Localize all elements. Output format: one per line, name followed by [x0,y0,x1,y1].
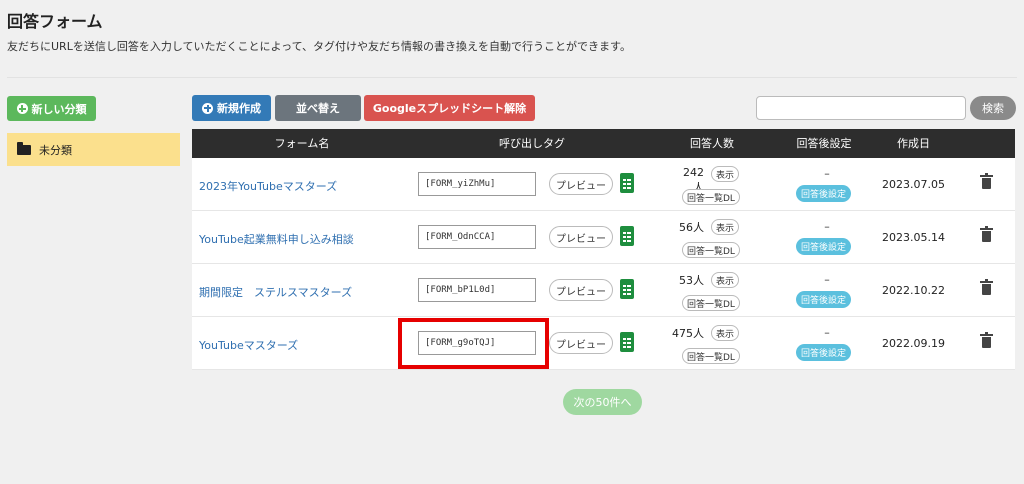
created-date: 2022.10.22 [882,284,945,297]
created-date: 2023.07.05 [882,178,945,191]
preview-button[interactable]: プレビュー [549,279,613,301]
table-row: YouTubeマスターズ プレビュー 475人 表示 回答一覧DL – 回答後設… [192,317,1015,370]
preview-button[interactable]: プレビュー [549,173,613,195]
form-name-link[interactable]: YouTubeマスターズ [199,337,298,353]
answer-count: 56人 [679,221,704,234]
table-row: 期間限定 ステルスマスターズ プレビュー 53人 表示 回答一覧DL – 回答後… [192,264,1015,317]
search-button[interactable]: 検索 [970,96,1016,120]
highlight-annotation-box [398,318,549,369]
search-input[interactable] [756,96,966,120]
google-sheet-unlink-label: Googleスプレッドシート解除 [372,102,527,115]
download-answers-button[interactable]: 回答一覧DL [682,295,740,311]
header-count: 回答人数 [690,137,734,150]
spreadsheet-icon[interactable] [620,226,634,246]
answer-count: 53人 [679,274,704,287]
header-after-setting: 回答後設定 [796,137,852,150]
trash-icon[interactable] [980,226,993,242]
after-setting-button[interactable]: 回答後設定 [796,185,852,202]
after-setting-button[interactable]: 回答後設定 [796,238,852,255]
category-item-uncategorized[interactable]: 未分類 [7,133,180,166]
created-date: 2023.05.14 [882,231,945,244]
tag-input[interactable] [418,172,536,196]
folder-open-icon [17,141,31,155]
forms-table: フォーム名 呼び出しタグ 回答人数 回答後設定 作成日 2023年YouTube… [192,129,1015,370]
google-sheet-unlink-button[interactable]: Googleスプレッドシート解除 [364,95,535,121]
plus-circle-icon [202,102,213,114]
sort-label: 並べ替え [296,102,340,115]
spreadsheet-icon[interactable] [620,173,634,193]
table-row: YouTube起業無料申し込み相談 プレビュー 56人 表示 回答一覧DL – … [192,211,1015,264]
plus-circle-icon [16,103,28,114]
form-name-link[interactable]: 期間限定 ステルスマスターズ [199,284,352,300]
after-setting-button[interactable]: 回答後設定 [796,291,852,308]
page-title: 回答フォーム [7,12,103,31]
header-form-name: フォーム名 [274,137,330,150]
trash-icon[interactable] [980,173,993,189]
category-label: 未分類 [39,143,72,157]
new-category-label: 新しい分類 [31,102,87,116]
new-form-label: 新規作成 [217,102,261,115]
page-description: 友だちにURLを送信し回答を入力していただくことによって、タグ付けや友だち情報の… [7,40,631,53]
tag-input[interactable] [418,225,536,249]
trash-icon[interactable] [980,332,993,348]
after-setting-dash: – [824,220,830,233]
show-answers-button[interactable]: 表示 [711,166,740,182]
show-answers-button[interactable]: 表示 [711,325,740,341]
table-header: フォーム名 呼び出しタグ 回答人数 回答後設定 作成日 [192,129,1015,158]
sort-button[interactable]: 並べ替え [275,95,361,121]
download-answers-button[interactable]: 回答一覧DL [682,348,740,364]
next-page-button[interactable]: 次の50件へ [563,389,642,415]
answer-count: 475人 [672,327,704,340]
form-name-link[interactable]: YouTube起業無料申し込み相談 [199,231,354,247]
trash-icon[interactable] [980,279,993,295]
after-setting-dash: – [824,326,830,339]
preview-button[interactable]: プレビュー [549,226,613,248]
spreadsheet-icon[interactable] [620,279,634,299]
after-setting-dash: – [824,167,830,180]
tag-input[interactable] [418,278,536,302]
show-answers-button[interactable]: 表示 [711,272,740,288]
download-answers-button[interactable]: 回答一覧DL [682,242,740,258]
after-setting-button[interactable]: 回答後設定 [796,344,852,361]
show-answers-button[interactable]: 表示 [711,219,740,235]
preview-button[interactable]: プレビュー [549,332,613,354]
new-form-button[interactable]: 新規作成 [192,95,271,121]
form-name-link[interactable]: 2023年YouTubeマスターズ [199,178,337,194]
header-date: 作成日 [897,137,930,150]
download-answers-button[interactable]: 回答一覧DL [682,189,740,205]
created-date: 2022.09.19 [882,337,945,350]
header-tag: 呼び出しタグ [499,137,565,150]
spreadsheet-icon[interactable] [620,332,634,352]
new-category-button[interactable]: 新しい分類 [7,96,96,121]
table-row: 2023年YouTubeマスターズ プレビュー 242人 表示 回答一覧DL –… [192,158,1015,211]
divider [7,77,1017,78]
after-setting-dash: – [824,273,830,286]
